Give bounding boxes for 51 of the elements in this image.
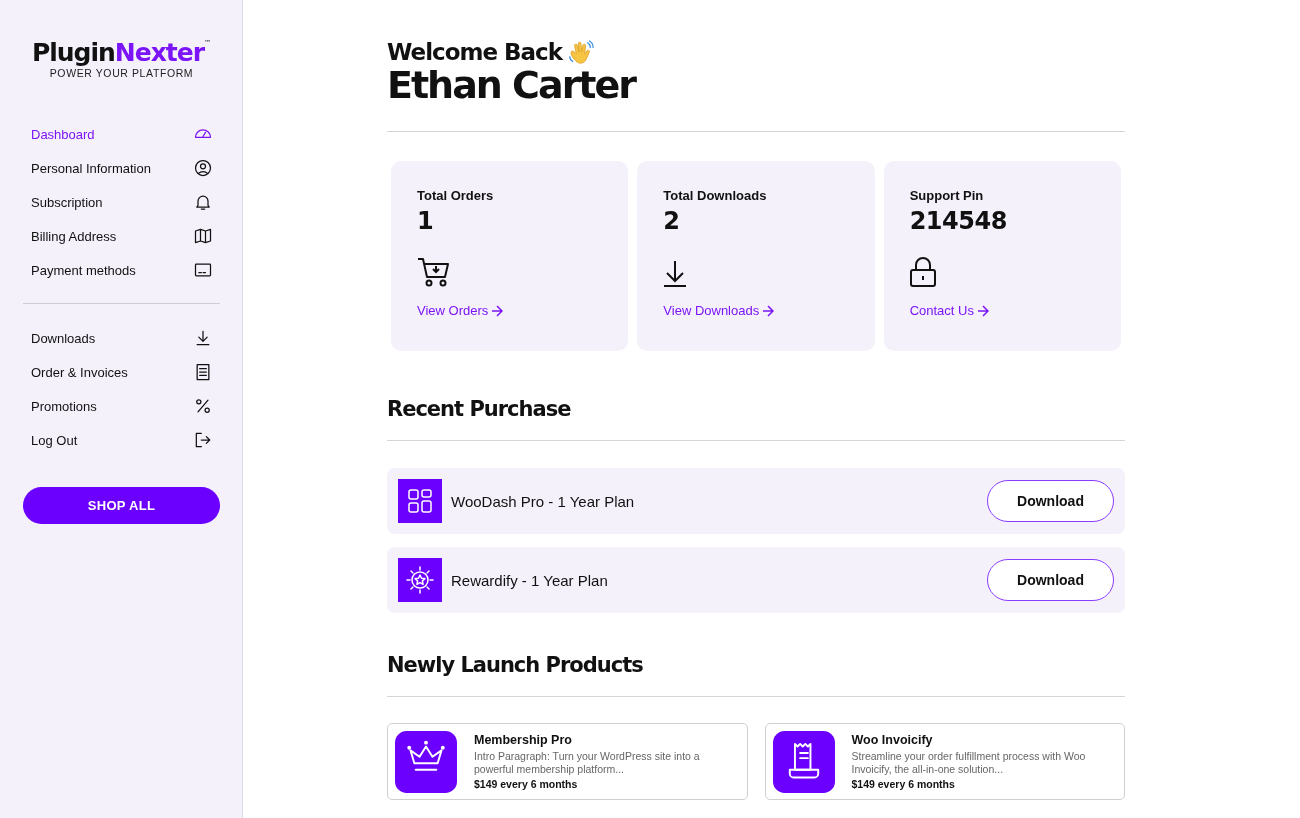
stat-label: Support Pin — [909, 188, 984, 203]
sidebar-item[interactable]: Promotions — [23, 389, 220, 423]
arrow-icon — [762, 304, 775, 317]
product-card[interactable]: Membership Pro Intro Paragraph: Turn your WordPress site into a powerful membership platform... $149 every 6 months — [387, 723, 748, 800]
product-price: $149 every 6 months — [851, 778, 955, 791]
user-name: Ethan Carter — [387, 66, 637, 104]
welcome-heading: Welcome Back — [387, 40, 563, 66]
stat-link[interactable]: View Orders — [417, 303, 504, 318]
product-name: Rewardify - 1 Year Plan — [451, 571, 609, 589]
logo-tagline: POWER YOUR PLATFORM — [49, 67, 194, 79]
sidebar-item[interactable]: Log Out — [23, 423, 220, 457]
product-name: WooDash Pro - 1 Year Plan — [451, 492, 636, 510]
section-title: Recent Purchase — [387, 397, 572, 423]
logo-wordmark: PluginNexter$^{™}$ — [31, 40, 212, 65]
waving-hand-icon — [568, 40, 595, 66]
sidebar-item[interactable]: Billing Address — [23, 219, 220, 253]
product-price: $149 every 6 months — [474, 778, 578, 791]
sidebar-item[interactable]: Personal Information — [23, 151, 220, 185]
stat-value: 2 — [663, 207, 680, 235]
download-button[interactable]: Download — [987, 480, 1114, 522]
user-circle-icon — [193, 158, 213, 178]
sidebar-item[interactable]: Order & Invoices — [23, 355, 220, 389]
stat-link[interactable]: Contact Us — [909, 303, 989, 318]
stat-value: 214548 — [909, 207, 1007, 235]
sidebar-item[interactable]: Subscription — [23, 185, 220, 219]
stat-link[interactable]: View Downloads — [663, 303, 775, 318]
grid-icon — [398, 479, 442, 523]
shop-all-button[interactable]: SHOP ALL — [23, 487, 220, 524]
sidebar-item[interactable]: Downloads — [23, 321, 220, 355]
product-description: Streamline your order fulfillment process with Woo Invoicify, the all-in-one solution... — [851, 749, 1087, 777]
section-title: Newly Launch Products — [387, 653, 644, 679]
arrow-icon — [491, 304, 504, 317]
stat-value: 1 — [417, 207, 434, 235]
map-icon — [193, 226, 213, 246]
product-name: Woo Invoicify — [851, 732, 933, 747]
product-card[interactable]: Woo Invoicify Streamline your order fulfillment process with Woo Invoicify, the all-in-one solution... $149 every 6 months — [764, 723, 1125, 800]
sidebar-item[interactable]: Payment methods — [23, 253, 220, 287]
cart-icon — [417, 255, 451, 287]
arrow-icon — [976, 304, 989, 317]
logout-icon — [193, 430, 213, 450]
stat-label: Total Downloads — [663, 188, 767, 203]
product-description: Intro Paragraph: Turn your WordPress site into a powerful membership platform... — [474, 749, 701, 777]
download-button[interactable]: Download — [987, 559, 1114, 601]
star-badge-icon — [398, 558, 442, 602]
stat-label: Total Orders — [417, 188, 494, 203]
receipt-icon — [772, 730, 835, 793]
lock-icon — [909, 255, 936, 287]
product-name: Membership Pro — [474, 732, 572, 747]
sidebar-item[interactable]: Dashboard — [23, 117, 220, 151]
crown-icon — [395, 730, 457, 793]
percent-icon — [193, 396, 213, 416]
